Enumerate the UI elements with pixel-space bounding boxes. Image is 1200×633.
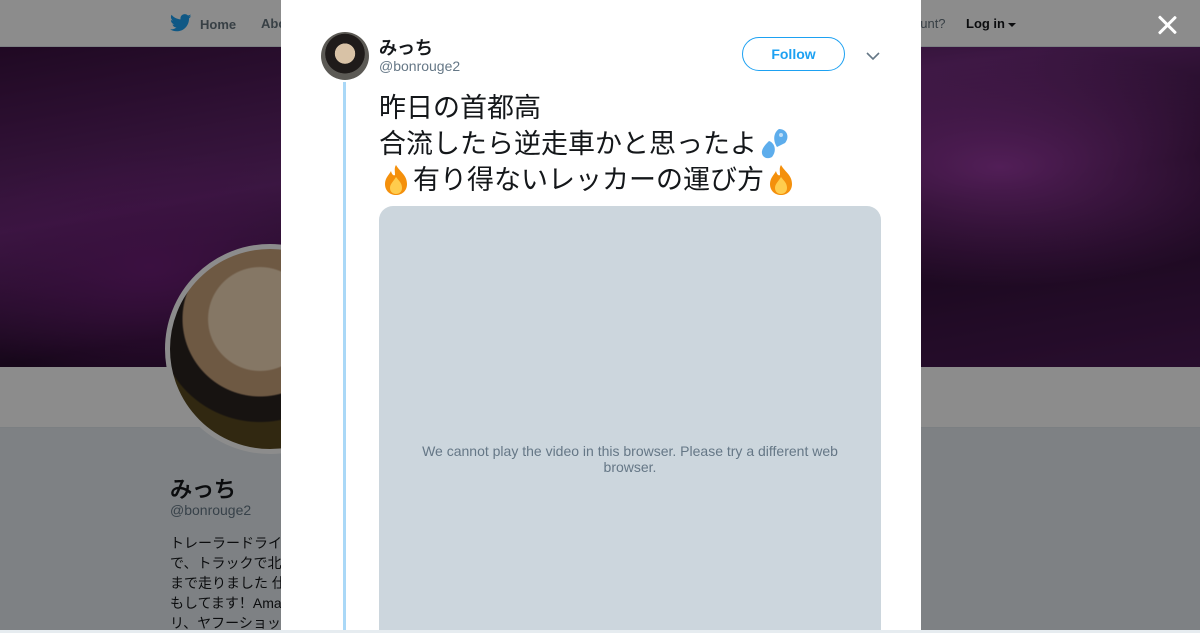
video-unsupported-message: We cannot play the video in this browser… xyxy=(422,443,838,475)
chevron-down-icon[interactable] xyxy=(866,48,880,61)
thread-line xyxy=(343,82,346,630)
fire-emoji xyxy=(379,163,413,197)
tweet-line-text: 合流したら逆走車かと思ったよ xyxy=(379,129,757,159)
tweet-line-text: 有り得ないレッカーの運び方 xyxy=(413,165,764,195)
tweet-line: 有り得ないレッカーの運び方 xyxy=(379,162,879,198)
tweet-line: 昨日の首都高 xyxy=(379,90,879,126)
sweat-drops-emoji xyxy=(757,127,791,161)
tweet-line-text: 昨日の首都高 xyxy=(379,93,541,123)
tweet-author-avatar[interactable] xyxy=(321,32,369,80)
fire-emoji xyxy=(764,163,798,197)
tweet-text: 昨日の首都高 合流したら逆走車かと思ったよ 有り得ないレッカーの運び方 xyxy=(379,90,879,198)
close-icon[interactable] xyxy=(1154,12,1180,38)
tweet-author-handle[interactable]: @bonrouge2 xyxy=(379,58,460,74)
tweet-line: 合流したら逆走車かと思ったよ xyxy=(379,126,879,162)
video-player[interactable]: We cannot play the video in this browser… xyxy=(379,206,881,630)
follow-button[interactable]: Follow xyxy=(742,37,845,71)
tweet-author-name[interactable]: みっち xyxy=(379,34,433,60)
tweet-modal: みっち @bonrouge2 Follow 昨日の首都高 合流したら逆走車かと思… xyxy=(281,0,921,630)
